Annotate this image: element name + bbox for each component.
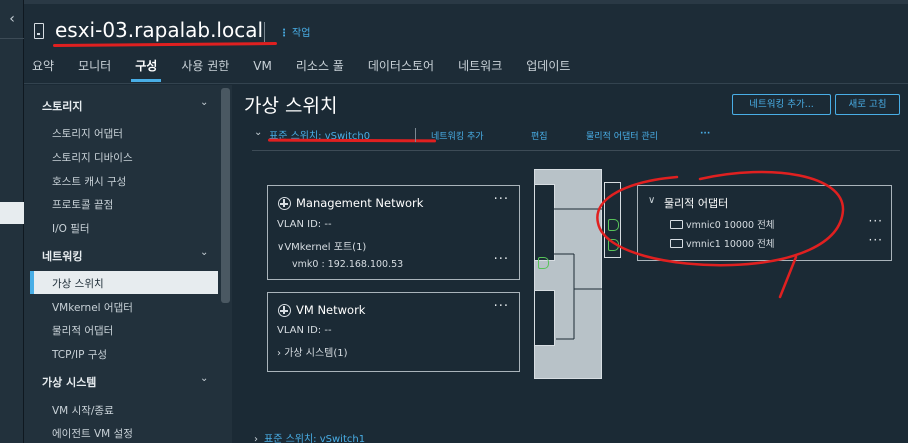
nav-item-agent-vm[interactable]: 에이전트 VM 설정 xyxy=(52,426,133,441)
chevron-left-icon[interactable]: ‹ xyxy=(4,10,20,28)
nav-group-virtual-machines[interactable]: 가상 시스템 xyxy=(42,374,96,390)
tab-vms[interactable]: VM xyxy=(253,56,272,82)
chevron-down-icon[interactable]: ∨ xyxy=(648,195,655,206)
network-globe-icon xyxy=(278,197,291,210)
tab-permissions[interactable]: 사용 권한 xyxy=(181,56,229,82)
tab-configure[interactable]: 구성 xyxy=(131,56,162,82)
config-nav: 스토리지 ⌄ 스토리지 어댑터 스토리지 디바이스 호스트 캐시 구성 프로토콜… xyxy=(24,85,232,443)
host-title: esxi-03.rapalab.local xyxy=(55,18,264,42)
physical-adapters-card[interactable]: ∨ 물리적 어댑터 vmnic0 10000 전체 ··· vmnic1 100… xyxy=(637,185,892,261)
vmkernel-port-item: vmk0 : 192.168.100.53 xyxy=(292,259,404,270)
nic-row[interactable]: vmnic0 10000 전체 xyxy=(670,217,775,231)
tab-datastores[interactable]: 데이터스토어 xyxy=(368,56,434,82)
nav-item-vmkernel-adapters[interactable]: VMkernel 어댑터 xyxy=(52,300,133,315)
nav-item-storage-adapters[interactable]: 스토리지 어댑터 xyxy=(52,126,123,141)
more-options-icon[interactable]: ··· xyxy=(494,192,509,207)
chevron-down-icon[interactable]: ⌄ xyxy=(200,247,208,258)
vmkernel-ports-label: VMkernel 포트(1) xyxy=(284,242,367,253)
nic-row[interactable]: vmnic1 10000 전체 xyxy=(670,236,775,250)
manage-physical-adapters-link[interactable]: 물리적 어댑터 관리 xyxy=(586,129,658,142)
annotation-underline xyxy=(52,42,278,47)
top-edge xyxy=(24,0,908,4)
actions-label: 작업 xyxy=(292,28,311,39)
nav-scrollbar[interactable] xyxy=(221,88,230,303)
switch-action-separator xyxy=(415,128,416,142)
vmkernel-ports-toggle[interactable]: ∨VMkernel 포트(1) xyxy=(277,238,366,253)
uplink-connector-icon xyxy=(608,239,619,251)
chevron-down-icon[interactable]: ⌄ xyxy=(200,373,208,384)
port-connector-icon xyxy=(538,257,549,269)
physical-adapters-title: 물리적 어댑터 xyxy=(664,197,729,210)
more-options-icon[interactable]: ··· xyxy=(494,299,509,314)
virtual-machines-label: 가상 시스템(1) xyxy=(284,348,348,359)
more-options-icon[interactable]: ··· xyxy=(869,233,883,247)
host-icon xyxy=(34,23,44,39)
nav-item-vm-startup[interactable]: VM 시작/종료 xyxy=(52,403,114,418)
nav-item-protocol-endpoints[interactable]: 프로토콜 끝점 xyxy=(52,197,113,212)
refresh-button[interactable]: 새로 고침 xyxy=(835,94,900,115)
nav-item-io-filters[interactable]: I/O 필터 xyxy=(52,221,90,236)
virtual-switches-panel: 가상 스위치 네트워킹 추가... 새로 고침 ⌄ 표준 스위치: vSwitc… xyxy=(232,85,908,443)
nic-label: vmnic1 10000 전체 xyxy=(686,239,775,250)
inventory-strip: ‹ xyxy=(0,0,24,443)
nav-item-storage-devices[interactable]: 스토리지 디바이스 xyxy=(52,150,133,165)
portgroup-card-vm-network[interactable]: VM Network ··· VLAN ID: -- › 가상 시스템(1) xyxy=(267,292,520,372)
chevron-down-icon[interactable]: ⌄ xyxy=(254,127,262,138)
virtual-machines-toggle[interactable]: › 가상 시스템(1) xyxy=(277,344,348,359)
nav-group-storage[interactable]: 스토리지 xyxy=(42,98,82,114)
network-globe-icon xyxy=(278,304,291,317)
nic-label: vmnic0 10000 전체 xyxy=(686,220,775,231)
portgroup-card-management[interactable]: Management Network ··· VLAN ID: -- ∨VMke… xyxy=(267,185,520,280)
object-header: esxi-03.rapalab.local ⋮ 작업 요약 모니터 구성 사용 권… xyxy=(24,0,908,84)
switch-add-networking-link[interactable]: 네트워킹 추가 xyxy=(431,129,484,142)
actions-button[interactable]: ⋮ 작업 xyxy=(279,24,310,39)
tab-summary[interactable]: 요약 xyxy=(32,56,54,82)
nav-item-tcpip-config[interactable]: TCP/IP 구성 xyxy=(52,347,107,362)
switch-edit-link[interactable]: 편집 xyxy=(531,129,548,142)
portgroup-name: Management Network xyxy=(296,196,424,210)
chevron-down-icon[interactable]: ⌄ xyxy=(200,97,208,108)
chevron-right-icon: › xyxy=(254,434,258,443)
nav-item-host-cache[interactable]: 호스트 캐시 구성 xyxy=(52,174,126,189)
title-separator xyxy=(264,22,265,42)
nic-icon xyxy=(670,239,683,248)
strip-divider xyxy=(0,38,24,39)
more-options-icon[interactable]: ··· xyxy=(494,252,509,267)
add-networking-button[interactable]: 네트워킹 추가... xyxy=(732,94,831,115)
tab-networks[interactable]: 네트워크 xyxy=(458,56,502,82)
vlan-id: VLAN ID: -- xyxy=(277,325,332,336)
nav-group-networking[interactable]: 네트워킹 xyxy=(42,248,82,264)
nic-icon xyxy=(670,220,683,229)
uplink-connector-icon xyxy=(608,219,619,231)
row-divider xyxy=(252,150,900,151)
portgroup-name: VM Network xyxy=(296,303,366,317)
nav-item-virtual-switches[interactable]: 가상 스위치 xyxy=(52,276,104,291)
page-title: 가상 스위치 xyxy=(244,95,338,117)
nav-item-physical-adapters[interactable]: 물리적 어댑터 xyxy=(52,323,113,338)
switch-more-actions[interactable]: ··· xyxy=(700,129,710,139)
tab-bar: 요약 모니터 구성 사용 권한 VM 리소스 풀 데이터스토어 네트워크 업데이… xyxy=(24,56,586,82)
kebab-icon: ⋮ xyxy=(279,28,289,39)
more-options-icon[interactable]: ··· xyxy=(869,214,883,228)
tab-resource-pools[interactable]: 리소스 풀 xyxy=(296,56,344,82)
vlan-id: VLAN ID: -- xyxy=(277,219,332,230)
tab-monitor[interactable]: 모니터 xyxy=(78,56,111,82)
switch1-header[interactable]: › 표준 스위치: vSwitch1 xyxy=(254,430,365,443)
inventory-selected-item[interactable] xyxy=(0,202,24,224)
switch1-name: 표준 스위치: vSwitch1 xyxy=(264,434,366,443)
tab-updates[interactable]: 업데이트 xyxy=(526,56,570,82)
